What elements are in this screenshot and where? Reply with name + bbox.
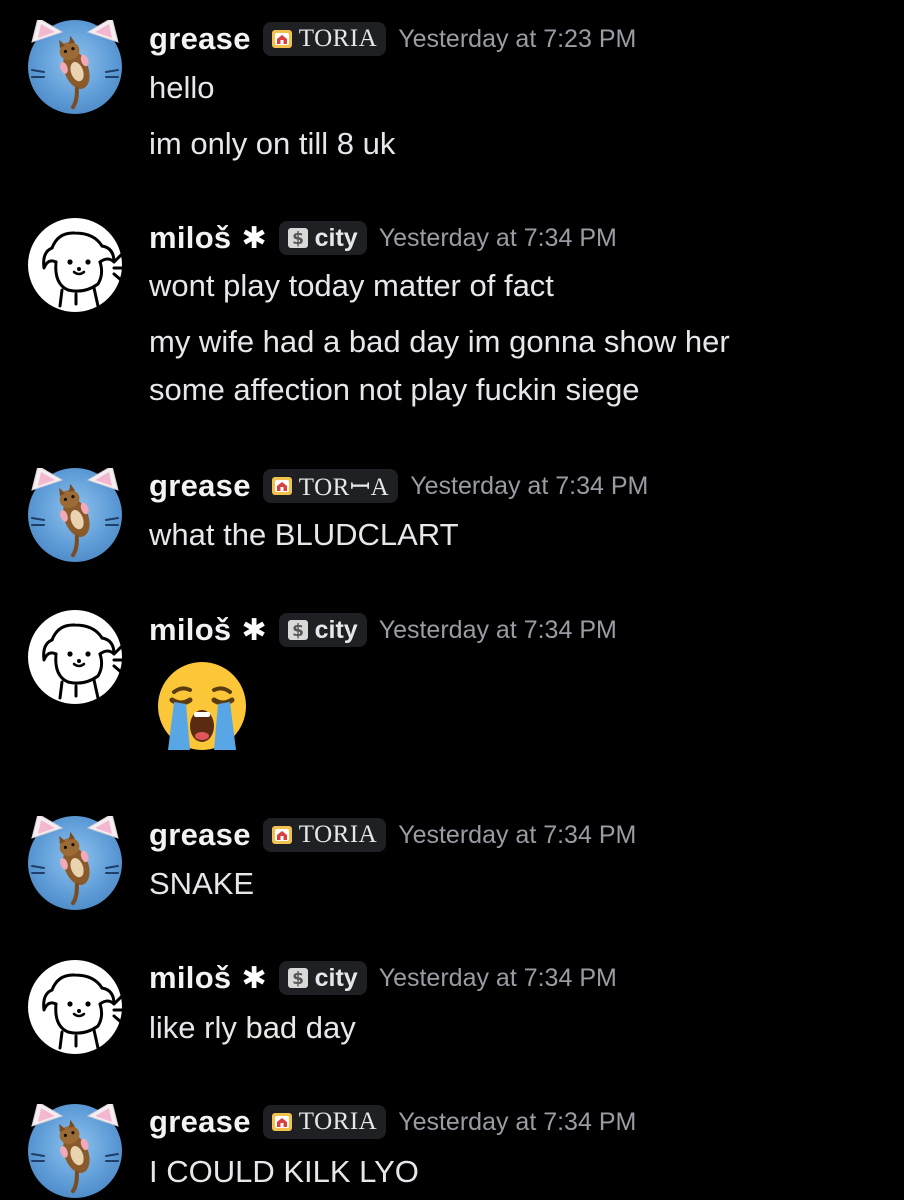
dollar-icon <box>287 968 308 989</box>
dog-avatar-icon[interactable] <box>28 610 122 704</box>
message-header: grease TORIA Yesterday at 7:23 PM <box>149 19 636 59</box>
message-text: wont play today matter of fact <box>149 268 554 303</box>
timestamp: Yesterday at 7:34 PM <box>378 223 617 252</box>
message-text: SNAKE <box>149 866 255 901</box>
loudly-crying-face-icon[interactable] <box>150 658 254 759</box>
role-tag-label: TORꟷA <box>298 474 390 501</box>
role-tag[interactable]: TORꟷA <box>262 469 399 503</box>
asterisk-icon: ✱ <box>241 221 267 255</box>
message-text: hello <box>149 70 215 105</box>
message-header: grease TORIA Yesterday at 7:34 PM <box>149 1102 636 1142</box>
username[interactable]: grease <box>149 817 251 853</box>
role-tag[interactable]: TORIA <box>262 818 387 852</box>
message-text: my wife had a bad day im gonna show her <box>149 324 730 359</box>
role-tag-label: city <box>314 615 358 644</box>
house-icon <box>271 30 292 48</box>
message-text: some affection not play fuckin siege <box>149 372 640 407</box>
role-tag-label: city <box>314 963 358 992</box>
timestamp: Yesterday at 7:34 PM <box>378 615 617 644</box>
message-header: miloš ✱ city Yesterday at 7:34 PM <box>149 610 617 650</box>
timestamp: Yesterday at 7:34 PM <box>410 471 649 500</box>
timestamp: Yesterday at 7:34 PM <box>398 1107 637 1136</box>
role-tag-label: TORIA <box>298 1108 378 1135</box>
dog-avatar-icon[interactable] <box>28 960 122 1054</box>
role-tag[interactable]: city <box>278 613 367 647</box>
message-text: like rly bad day <box>149 1010 356 1045</box>
dollar-icon <box>287 228 308 249</box>
role-tag[interactable]: TORIA <box>262 22 387 56</box>
message-text: im only on till 8 uk <box>149 126 396 161</box>
role-tag-label: city <box>314 223 358 252</box>
username[interactable]: miloš <box>149 612 231 648</box>
asterisk-icon: ✱ <box>241 613 267 647</box>
username[interactable]: grease <box>149 468 251 504</box>
message-text: I COULD KILK LYO <box>149 1154 419 1189</box>
message-header: miloš ✱ city Yesterday at 7:34 PM <box>149 958 617 998</box>
message-header: grease TORꟷA Yesterday at 7:34 PM <box>149 466 648 506</box>
dollar-icon <box>287 620 308 641</box>
timestamp: Yesterday at 7:34 PM <box>398 820 637 849</box>
timestamp: Yesterday at 7:23 PM <box>398 24 637 53</box>
message-header: grease TORIA Yesterday at 7:34 PM <box>149 815 636 855</box>
timestamp: Yesterday at 7:34 PM <box>378 963 617 992</box>
cat-avatar-icon[interactable] <box>28 816 122 910</box>
role-tag[interactable]: TORIA <box>262 1105 387 1139</box>
house-icon <box>271 1113 292 1131</box>
cat-avatar-icon[interactable] <box>28 20 122 114</box>
dog-avatar-icon[interactable] <box>28 218 122 312</box>
role-tag[interactable]: city <box>278 221 367 255</box>
house-icon <box>271 826 292 844</box>
asterisk-icon: ✱ <box>241 961 267 995</box>
username[interactable]: miloš <box>149 960 231 996</box>
cat-avatar-icon[interactable] <box>28 468 122 562</box>
cat-avatar-icon[interactable] <box>28 1104 122 1198</box>
house-icon <box>271 477 292 495</box>
role-tag-label: TORIA <box>298 821 378 848</box>
role-tag[interactable]: city <box>278 961 367 995</box>
message-header: miloš ✱ city Yesterday at 7:34 PM <box>149 218 617 258</box>
username[interactable]: miloš <box>149 220 231 256</box>
message-text: what the BLUDCLART <box>149 517 459 552</box>
role-tag-label: TORIA <box>298 25 378 52</box>
username[interactable]: grease <box>149 21 251 57</box>
username[interactable]: grease <box>149 1104 251 1140</box>
